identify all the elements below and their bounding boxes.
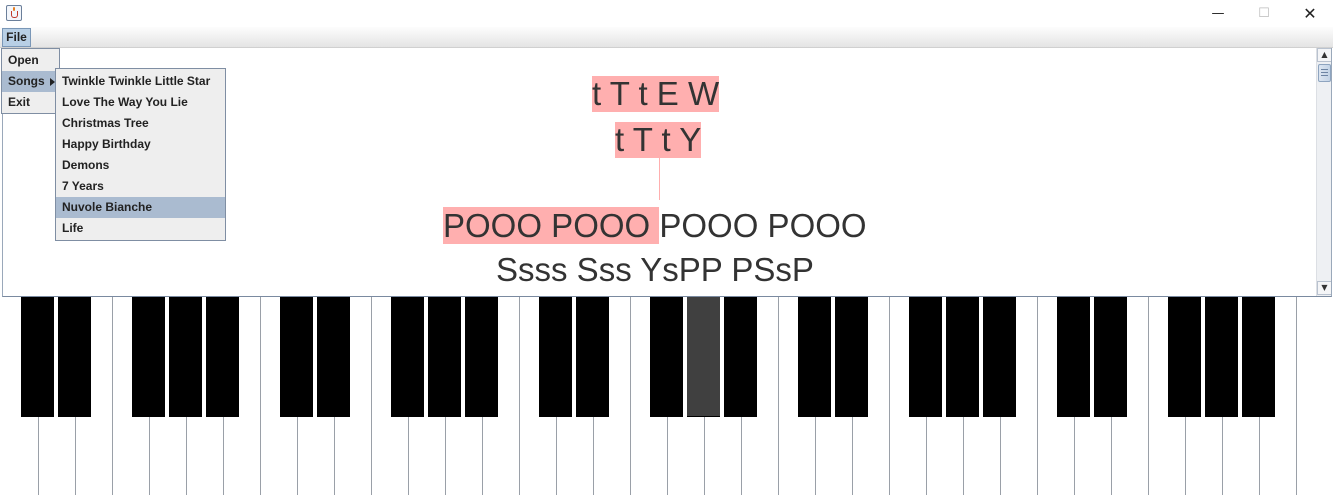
song-item[interactable]: Life bbox=[56, 218, 225, 239]
sheet-line-4: Ssss Sss YsPP PSsP bbox=[496, 251, 814, 288]
java-cup-icon bbox=[6, 5, 22, 21]
sheet-line-3-highlight: POOO POOO bbox=[443, 207, 660, 244]
piano-black-key[interactable] bbox=[391, 297, 424, 417]
piano-black-key[interactable] bbox=[132, 297, 165, 417]
piano-black-key[interactable] bbox=[687, 297, 720, 417]
scrollbar-thumb[interactable] bbox=[1318, 64, 1331, 82]
piano-black-key[interactable] bbox=[1057, 297, 1090, 417]
piano-black-key[interactable] bbox=[946, 297, 979, 417]
piano-black-key[interactable] bbox=[206, 297, 239, 417]
piano-black-key[interactable] bbox=[576, 297, 609, 417]
vertical-scrollbar[interactable]: ▲ ▼ bbox=[1316, 48, 1331, 296]
sheet-line-3-rest: POOO POOO bbox=[659, 207, 867, 244]
maximize-button[interactable]: ☐ bbox=[1241, 0, 1287, 27]
menu-item-songs[interactable]: Songs bbox=[2, 71, 59, 92]
song-item[interactable]: Christmas Tree bbox=[56, 113, 225, 134]
minimize-button[interactable]: — bbox=[1195, 0, 1241, 27]
sheet-line-1: t T t E W bbox=[592, 75, 720, 112]
piano-black-key[interactable] bbox=[539, 297, 572, 417]
menu-bar: File bbox=[0, 27, 1333, 48]
title-bar: — ☐ ✕ bbox=[0, 0, 1333, 27]
piano-black-key[interactable] bbox=[724, 297, 757, 417]
song-item[interactable]: Love The Way You Lie bbox=[56, 92, 225, 113]
piano-white-key[interactable] bbox=[1296, 297, 1332, 495]
sheet-line-3: POOO POOO POOO POOO bbox=[443, 207, 867, 244]
scroll-down-arrow-icon[interactable]: ▼ bbox=[1317, 281, 1331, 295]
piano-black-key[interactable] bbox=[21, 297, 54, 417]
piano-black-key[interactable] bbox=[1168, 297, 1201, 417]
piano-keyboard bbox=[2, 297, 1332, 495]
piano-black-key[interactable] bbox=[835, 297, 868, 417]
piano-black-key[interactable] bbox=[1242, 297, 1275, 417]
file-menu-button[interactable]: File bbox=[2, 28, 31, 47]
song-item[interactable]: Demons bbox=[56, 155, 225, 176]
menu-item-open[interactable]: Open bbox=[2, 50, 59, 71]
highlight-connector bbox=[659, 158, 660, 200]
song-item-selected[interactable]: Nuvole Bianche bbox=[56, 197, 225, 218]
piano-black-key[interactable] bbox=[1094, 297, 1127, 417]
menu-item-exit[interactable]: Exit bbox=[2, 92, 59, 113]
sheet-line-2: t T t Y bbox=[615, 121, 702, 158]
piano-black-key[interactable] bbox=[465, 297, 498, 417]
song-item[interactable]: Twinkle Twinkle Little Star bbox=[56, 71, 225, 92]
piano-black-key[interactable] bbox=[58, 297, 91, 417]
scroll-up-arrow-icon[interactable]: ▲ bbox=[1317, 48, 1331, 62]
piano-black-key[interactable] bbox=[1205, 297, 1238, 417]
piano-black-key[interactable] bbox=[428, 297, 461, 417]
song-item[interactable]: 7 Years bbox=[56, 176, 225, 197]
piano-black-key[interactable] bbox=[909, 297, 942, 417]
piano-black-key[interactable] bbox=[317, 297, 350, 417]
piano-black-key[interactable] bbox=[983, 297, 1016, 417]
piano-black-key[interactable] bbox=[650, 297, 683, 417]
piano-black-key[interactable] bbox=[798, 297, 831, 417]
close-button[interactable]: ✕ bbox=[1287, 0, 1333, 27]
file-dropdown-menu: Open Songs Exit bbox=[1, 48, 60, 114]
song-item[interactable]: Happy Birthday bbox=[56, 134, 225, 155]
piano-black-key[interactable] bbox=[169, 297, 202, 417]
menu-item-songs-label: Songs bbox=[8, 74, 45, 88]
piano-black-key[interactable] bbox=[280, 297, 313, 417]
songs-submenu: Twinkle Twinkle Little Star Love The Way… bbox=[55, 68, 226, 241]
